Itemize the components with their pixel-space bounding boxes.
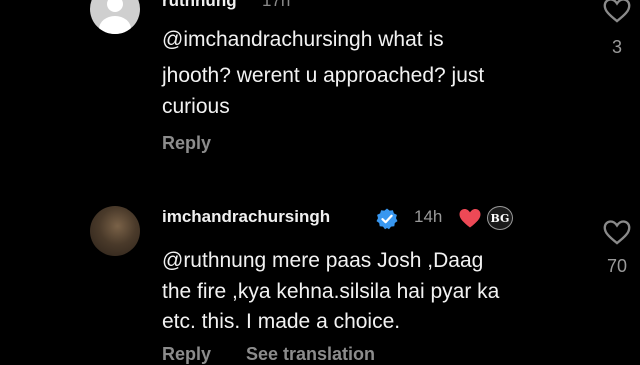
like-count: 70 — [606, 256, 628, 276]
verified-badge-icon — [376, 208, 398, 230]
comment-timestamp: 17h — [262, 0, 291, 10]
comment-username[interactable]: imchandrachursingh — [162, 207, 330, 227]
comment-timestamp: 14h — [414, 207, 443, 226]
see-translation-button[interactable]: See translation — [246, 344, 375, 365]
comment-username[interactable]: ruthnung — [162, 0, 237, 11]
comment-text-line: etc. this. I made a choice. — [162, 310, 401, 333]
avatar-imchandrachursingh[interactable] — [90, 206, 140, 256]
creator-liked-heart-icon — [459, 209, 481, 228]
like-heart-outline-icon[interactable] — [603, 219, 631, 245]
creator-avatar-badge: BG — [487, 206, 513, 230]
reply-button[interactable]: Reply — [162, 133, 211, 154]
comment-text-line: curious — [162, 95, 230, 118]
comment-text-line: @ruthnung mere paas Josh ,Daag — [162, 249, 484, 272]
comment-text-line: jhooth? werent u approached? just — [162, 64, 485, 87]
like-count: 3 — [611, 37, 622, 57]
comment-text-line: @imchandrachursingh what is — [162, 28, 444, 51]
reply-button[interactable]: Reply — [162, 344, 211, 365]
avatar-ruthnung[interactable] — [90, 0, 140, 34]
default-avatar-head-icon — [107, 0, 123, 12]
like-heart-outline-icon[interactable] — [603, 0, 631, 23]
default-avatar-body-icon — [99, 16, 131, 34]
comment-text-line: the fire ,kya kehna.silsila hai pyar ka — [162, 280, 500, 303]
